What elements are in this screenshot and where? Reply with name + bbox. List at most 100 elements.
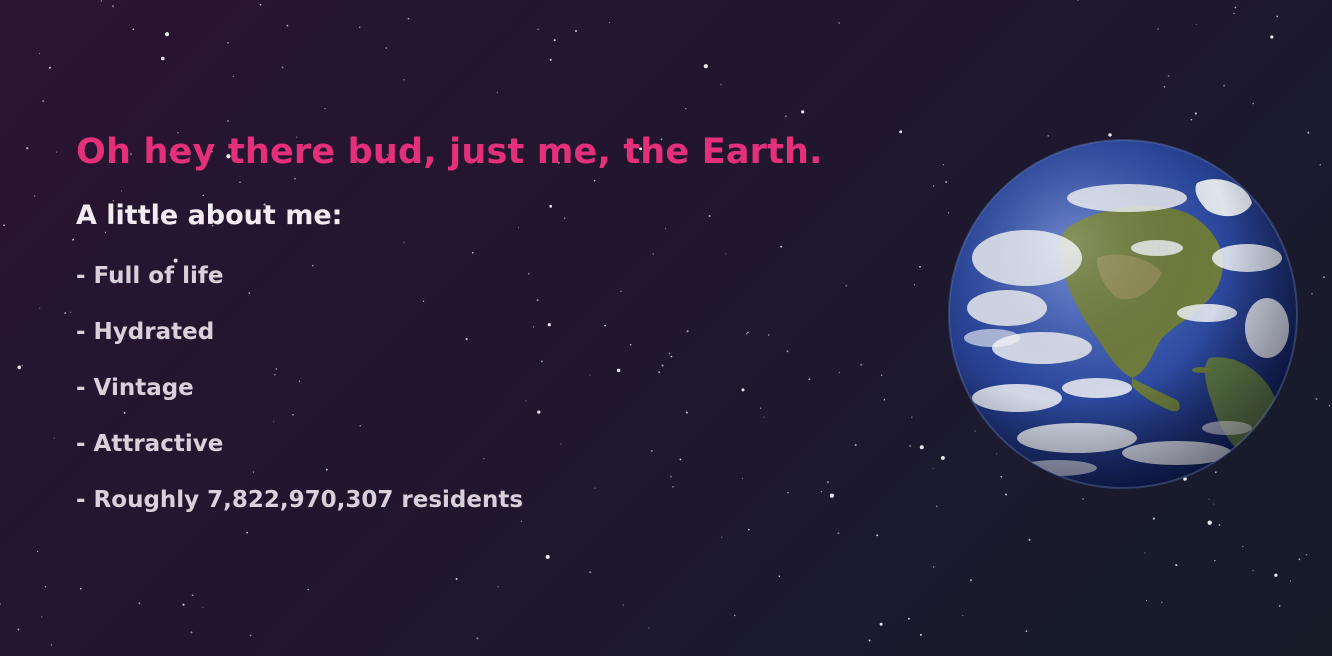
star bbox=[919, 265, 921, 268]
star bbox=[227, 120, 229, 122]
star bbox=[403, 78, 405, 81]
star bbox=[1307, 131, 1310, 134]
star bbox=[537, 28, 540, 31]
star bbox=[160, 56, 165, 61]
star bbox=[202, 606, 204, 608]
facts-list: - Full of life - Hydrated - Vintage - At… bbox=[76, 248, 896, 528]
star bbox=[969, 579, 973, 582]
star bbox=[79, 587, 82, 590]
star bbox=[622, 604, 624, 606]
star bbox=[53, 437, 55, 439]
star bbox=[281, 66, 284, 69]
star bbox=[1276, 15, 1279, 18]
star bbox=[42, 100, 45, 103]
star bbox=[39, 307, 41, 309]
star bbox=[182, 603, 185, 606]
star bbox=[476, 637, 479, 640]
star bbox=[48, 66, 51, 69]
star bbox=[324, 107, 326, 110]
star bbox=[1311, 292, 1313, 295]
star bbox=[801, 110, 805, 114]
star bbox=[879, 622, 883, 626]
page-title: Oh hey there bud, just me, the Earth. bbox=[76, 132, 823, 172]
star bbox=[932, 467, 934, 469]
star bbox=[1144, 552, 1146, 554]
star bbox=[227, 42, 229, 44]
star bbox=[919, 445, 924, 450]
star bbox=[72, 238, 74, 241]
star bbox=[1305, 553, 1308, 556]
fact-item: - Attractive bbox=[76, 431, 224, 457]
star bbox=[911, 416, 913, 418]
star bbox=[1315, 398, 1318, 400]
star bbox=[1005, 493, 1008, 496]
star bbox=[909, 444, 912, 447]
fact-item: - Roughly 7,822,970,307 residents bbox=[76, 487, 524, 513]
star bbox=[1194, 112, 1197, 115]
star bbox=[919, 633, 922, 636]
star bbox=[748, 528, 750, 531]
star bbox=[70, 311, 72, 313]
star bbox=[1145, 599, 1147, 602]
star bbox=[1214, 559, 1216, 562]
star bbox=[1163, 86, 1166, 88]
star bbox=[259, 3, 262, 6]
star bbox=[191, 594, 194, 597]
fact-item: - Hydrated bbox=[76, 319, 215, 345]
star bbox=[0, 603, 1, 605]
star bbox=[385, 47, 387, 49]
star bbox=[932, 566, 935, 568]
star bbox=[50, 644, 53, 646]
star bbox=[913, 284, 916, 286]
star bbox=[1047, 134, 1050, 137]
star bbox=[232, 76, 234, 78]
star bbox=[838, 22, 840, 24]
star bbox=[1242, 545, 1244, 548]
star bbox=[1208, 498, 1210, 500]
star bbox=[26, 147, 29, 150]
star bbox=[64, 312, 67, 315]
star bbox=[56, 151, 58, 153]
star bbox=[1234, 6, 1237, 9]
star bbox=[962, 614, 964, 617]
star bbox=[34, 195, 36, 197]
fact-item: - Full of life bbox=[76, 263, 224, 289]
star bbox=[1290, 580, 1292, 582]
star bbox=[1328, 405, 1331, 407]
star bbox=[1152, 517, 1155, 520]
about-heading: A little about me: bbox=[76, 200, 343, 231]
star bbox=[1025, 630, 1028, 632]
star bbox=[907, 617, 910, 620]
star bbox=[1160, 601, 1163, 604]
star bbox=[1213, 503, 1215, 505]
star bbox=[784, 115, 787, 118]
star bbox=[868, 639, 871, 642]
star bbox=[44, 586, 47, 588]
star bbox=[190, 631, 193, 634]
star bbox=[21, 364, 23, 367]
star bbox=[1252, 569, 1254, 572]
star bbox=[1207, 520, 1212, 525]
star bbox=[165, 32, 170, 37]
star bbox=[1175, 564, 1178, 567]
star bbox=[497, 585, 499, 588]
star bbox=[1082, 498, 1084, 500]
star bbox=[876, 534, 879, 537]
star bbox=[1322, 276, 1325, 279]
star bbox=[720, 83, 722, 86]
star bbox=[721, 536, 723, 538]
star bbox=[778, 575, 781, 578]
star bbox=[942, 163, 945, 166]
star bbox=[1319, 164, 1321, 166]
star bbox=[249, 634, 252, 637]
intro-section: Oh hey there bud, just me, the Earth. A … bbox=[76, 126, 896, 528]
star bbox=[17, 365, 22, 370]
star bbox=[1028, 538, 1031, 541]
star bbox=[545, 554, 550, 559]
star bbox=[1223, 84, 1226, 87]
star bbox=[39, 53, 41, 55]
star bbox=[1298, 558, 1301, 561]
star bbox=[307, 588, 309, 591]
star bbox=[1195, 23, 1197, 25]
star bbox=[41, 616, 43, 618]
